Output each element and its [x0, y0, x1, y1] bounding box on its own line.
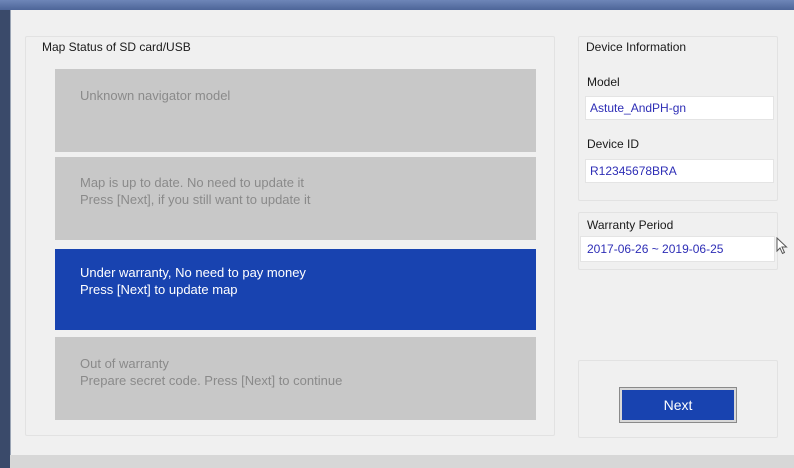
model-label: Model — [587, 75, 620, 89]
status-option-line: Prepare secret code. Press [Next] to con… — [80, 373, 343, 388]
status-option-line: Under warranty, No need to pay money — [80, 265, 306, 280]
device-id-field: R12345678BRA — [585, 159, 774, 183]
warranty-period-field: 2017-06-26 ~ 2019-06-25 — [580, 236, 775, 262]
status-option-line: Map is up to date. No need to update it — [80, 175, 305, 190]
status-option-unknown-model[interactable]: Unknown navigator model — [55, 69, 536, 152]
next-button[interactable]: Next — [619, 387, 737, 423]
map-status-title: Map Status of SD card/USB — [40, 40, 193, 54]
status-option-line: Unknown navigator model — [80, 88, 231, 103]
status-option-up-to-date[interactable]: Map is up to date. No need to update it … — [55, 157, 536, 240]
status-option-out-of-warranty[interactable]: Out of warranty Prepare secret code. Pre… — [55, 337, 536, 420]
status-option-under-warranty[interactable]: Under warranty, No need to pay money Pre… — [55, 249, 536, 330]
mouse-pointer-icon — [776, 237, 788, 255]
model-field: Astute_AndPH-gn — [585, 96, 774, 120]
window-title-bar — [0, 0, 794, 10]
window-bottom-strip — [10, 455, 794, 468]
status-option-line: Out of warranty — [80, 356, 169, 371]
status-option-line: Press [Next] to update map — [80, 282, 238, 297]
device-id-label: Device ID — [587, 137, 640, 151]
warranty-title: Warranty Period — [585, 218, 676, 232]
device-info-title: Device Information — [584, 40, 689, 54]
status-option-line: Press [Next], if you still want to updat… — [80, 192, 311, 207]
